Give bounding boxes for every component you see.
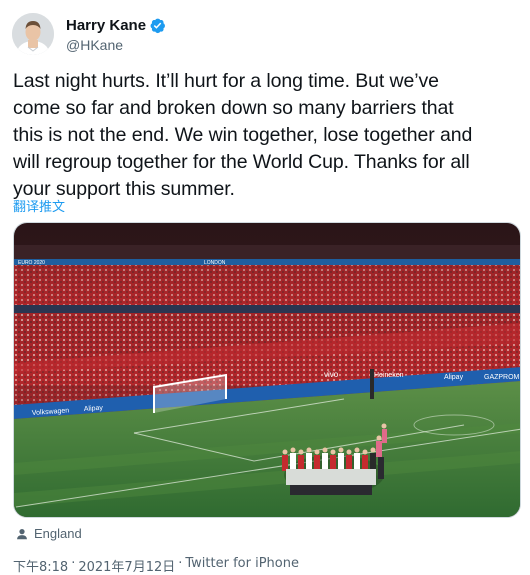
author-names: Harry Kane @HKane [66,16,166,53]
tweet-source[interactable]: Twitter for iPhone [185,556,299,575]
tweet-meta: 下午8:18 · 2021年7月12日 · Twitter for iPhone [13,556,299,575]
verified-badge-icon [149,17,166,34]
meta-separator: · [178,556,183,571]
banner-text: vivo [324,370,339,379]
author-handle[interactable]: @HKane [66,37,166,53]
tweet-text-line: your support this summer. [13,178,235,200]
tweet-date[interactable]: 2021年7月12日 [78,556,175,575]
banner-text: Heineken [374,372,404,379]
tweet-card: Harry Kane @HKane Last night hurts. It’l… [0,0,530,575]
location-pin-icon [17,528,27,539]
tweet-location[interactable]: England [15,526,82,541]
tweet-text-line: will regroup together for the World Cup.… [13,151,470,173]
translate-tweet-link[interactable]: 翻译推文 [13,196,65,215]
tweet-media-photo[interactable]: EURO 2020 LONDON Volkswagen Alipay vivo … [13,222,521,518]
tweet-text-line: this is not the end. We win together, lo… [13,124,473,146]
avatar[interactable] [12,13,54,55]
stadium-photo: EURO 2020 LONDON Volkswagen Alipay vivo … [14,223,520,517]
location-label: England [34,526,82,541]
tweet-text-line: come so far and broken down so many barr… [13,97,454,119]
name-row: Harry Kane [66,16,166,36]
tweet-header: Harry Kane @HKane [12,12,518,56]
banner-text: Alipay [84,405,104,413]
banner-text: Alipay [444,374,464,381]
meta-separator: · [71,556,76,571]
author-display-name[interactable]: Harry Kane [66,17,146,34]
tweet-text: Last night hurts. It’ll hurt for a long … [13,68,520,203]
banner-text: GAZPROM [484,374,520,381]
tweet-time[interactable]: 下午8:18 [13,556,68,575]
tweet-text-line: Last night hurts. It’ll hurt for a long … [13,70,439,92]
